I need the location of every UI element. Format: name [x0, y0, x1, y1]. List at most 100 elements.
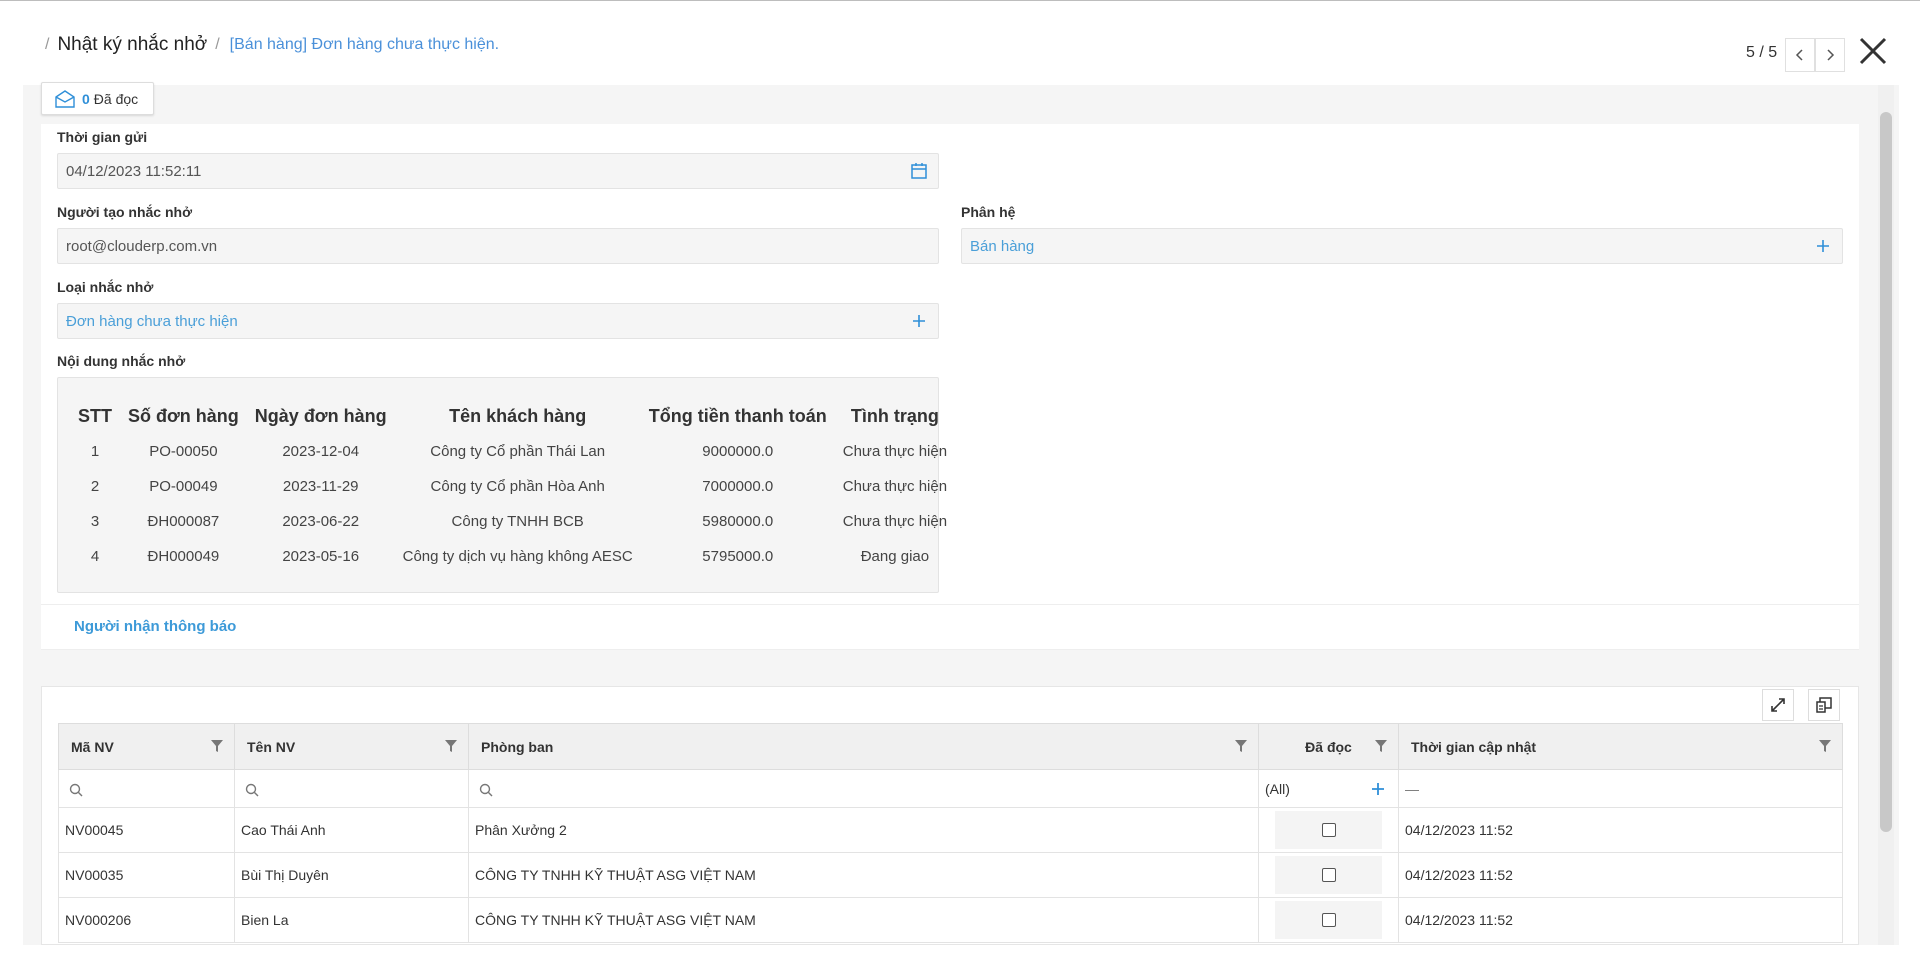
pager-count: 5 / 5 — [1746, 44, 1778, 61]
col-header-label: Đã đọc — [1305, 738, 1352, 755]
plus-icon[interactable] — [1370, 781, 1386, 797]
creator-label: Người tạo nhắc nhở — [57, 204, 193, 220]
col-header-department[interactable]: Phòng ban — [468, 723, 1259, 770]
filter-cell-code[interactable] — [58, 769, 235, 808]
cell: ĐH000087 — [147, 513, 220, 530]
cell: 2023-11-29 — [282, 478, 359, 495]
read-checkbox[interactable] — [1321, 868, 1336, 882]
col-header-read[interactable]: Đã đọc — [1258, 723, 1399, 770]
cell: Công ty TNHH BCB — [451, 513, 584, 530]
reminder-table: STT Số đơn hàng Ngày đơn hàng Tên khách … — [70, 398, 955, 574]
calendar-icon[interactable] — [910, 162, 928, 180]
department: CÔNG TY TNHH KỸ THUẬT ASG VIỆT NAM — [468, 897, 1259, 943]
sent-time-field[interactable]: 04/12/2023 11:52:11 — [57, 153, 939, 189]
cell: Đang giao — [860, 548, 930, 565]
cell: PO-00049 — [149, 478, 218, 495]
plus-icon[interactable] — [910, 312, 928, 330]
filter-cell-dept[interactable] — [468, 769, 1259, 808]
tab-recipients[interactable]: Người nhận thông báo — [74, 618, 236, 635]
col-header-employee-name[interactable]: Tên NV — [234, 723, 469, 770]
page-title[interactable]: Nhật ký nhắc nhở — [57, 34, 207, 56]
table-row[interactable]: NV000206 Bien La CÔNG TY TNHH KỸ THUẬT A… — [58, 897, 1843, 943]
col-header-employee-code[interactable]: Mã NV — [58, 723, 235, 770]
col-header: Số đơn hàng — [128, 405, 239, 426]
col-header: Tình trạng — [850, 405, 939, 426]
module-value[interactable]: Bán hàng — [970, 238, 1034, 255]
table-row: 3 ĐH000087 2023-06-22 Công ty TNHH BCB 5… — [70, 504, 955, 539]
col-header: Ngày đơn hàng — [254, 405, 387, 426]
expand-button[interactable] — [1762, 689, 1794, 721]
cell: Công ty dịch vụ hàng không AESC — [402, 548, 633, 565]
read-cell — [1258, 807, 1399, 853]
scrollbar-thumb[interactable] — [1880, 112, 1892, 832]
module-field[interactable]: Bán hàng — [961, 228, 1843, 264]
reminder-content: STT Số đơn hàng Ngày đơn hàng Tên khách … — [57, 377, 947, 593]
filter-cell-name[interactable] — [234, 769, 469, 808]
col-header-label: Mã NV — [71, 738, 114, 755]
read-cell — [1258, 852, 1399, 898]
recipients-tab-bar: Người nhận thông báo — [41, 604, 1859, 650]
cell: Công ty Cổ phần Hòa Anh — [430, 478, 605, 495]
cell: ĐH000049 — [147, 548, 220, 565]
employee-name: Cao Thái Anh — [234, 807, 469, 853]
table-row[interactable]: NV00035 Bùi Thị Duyên CÔNG TY TNHH KỸ TH… — [58, 852, 1843, 898]
filter-cell-date[interactable]: — — [1398, 769, 1843, 808]
close-button[interactable] — [1856, 34, 1890, 68]
plus-icon[interactable] — [1814, 237, 1832, 255]
expand-icon — [1771, 698, 1785, 712]
updated-time: 04/12/2023 11:52 — [1398, 807, 1843, 853]
prev-button[interactable] — [1785, 38, 1815, 72]
read-count: 0 — [82, 90, 90, 107]
col-header: Tổng tiền thanh toán — [648, 405, 827, 426]
breadcrumb-separator: / — [45, 36, 50, 53]
type-value[interactable]: Đơn hàng chưa thực hiện — [66, 313, 238, 330]
type-field[interactable]: Đơn hàng chưa thực hiện — [57, 303, 939, 339]
recipients-grid: Mã NV Tên NV Phòng ban Đã đọc Thời gian … — [41, 686, 1859, 945]
cell: 2023-05-16 — [282, 548, 360, 565]
envelope-open-icon — [55, 89, 75, 108]
department: CÔNG TY TNHH KỸ THUẬT ASG VIỆT NAM — [468, 852, 1259, 898]
filter-date-value: — — [1405, 780, 1419, 797]
read-cell — [1258, 897, 1399, 943]
col-header-updated-time[interactable]: Thời gian cập nhật — [1398, 723, 1843, 770]
read-status-badge[interactable]: 0 Đã đọc — [41, 82, 154, 115]
read-checkbox-wrap — [1275, 811, 1382, 849]
cell: 2023-12-04 — [282, 443, 360, 460]
column-chooser-button[interactable] — [1808, 689, 1840, 721]
filter-icon[interactable] — [1818, 739, 1832, 753]
grid-header-row: Mã NV Tên NV Phòng ban Đã đọc Thời gian … — [58, 723, 1843, 770]
cell: 3 — [90, 513, 100, 530]
department: Phân Xưởng 2 — [468, 807, 1259, 853]
cell: 2 — [90, 478, 100, 495]
grid-toolbar — [1762, 689, 1840, 721]
filter-icon[interactable] — [444, 739, 458, 753]
creator-field[interactable]: root@clouderp.com.vn — [57, 228, 939, 264]
sent-time-value: 04/12/2023 11:52:11 — [66, 162, 202, 180]
page-header: / Nhật ký nhắc nhở / [Bán hàng] Đơn hàng… — [0, 0, 1920, 84]
cell: Công ty Cổ phần Thái Lan — [430, 443, 606, 460]
cell: 7000000.0 — [702, 478, 774, 495]
close-icon — [1859, 37, 1887, 65]
table-row: 4 ĐH000049 2023-05-16 Công ty dịch vụ hà… — [70, 539, 955, 574]
read-checkbox[interactable] — [1321, 823, 1336, 837]
filter-icon[interactable] — [1374, 739, 1388, 753]
col-header-label: Tên NV — [247, 738, 296, 755]
chevron-right-icon — [1827, 49, 1835, 61]
creator-value: root@clouderp.com.vn — [66, 237, 218, 255]
table-row[interactable]: NV00045 Cao Thái Anh Phân Xưởng 2 04/12/… — [58, 807, 1843, 853]
filter-icon[interactable] — [1234, 739, 1248, 753]
cell: 5980000.0 — [702, 513, 774, 530]
col-header-label: Phòng ban — [481, 738, 554, 755]
filter-cell-read[interactable]: (All) — [1258, 769, 1399, 808]
updated-time: 04/12/2023 11:52 — [1398, 852, 1843, 898]
cell: 9000000.0 — [702, 443, 774, 460]
filter-icon[interactable] — [210, 739, 224, 753]
read-checkbox[interactable] — [1321, 913, 1336, 927]
col-header-label: Thời gian cập nhật — [1411, 738, 1537, 755]
recipients-table: Mã NV Tên NV Phòng ban Đã đọc Thời gian … — [58, 723, 1843, 943]
next-button[interactable] — [1815, 38, 1845, 72]
col-header: STT — [78, 405, 112, 426]
updated-time: 04/12/2023 11:52 — [1398, 897, 1843, 943]
content-label: Nội dung nhắc nhở — [57, 353, 186, 369]
read-label: Đã đọc — [93, 90, 139, 107]
